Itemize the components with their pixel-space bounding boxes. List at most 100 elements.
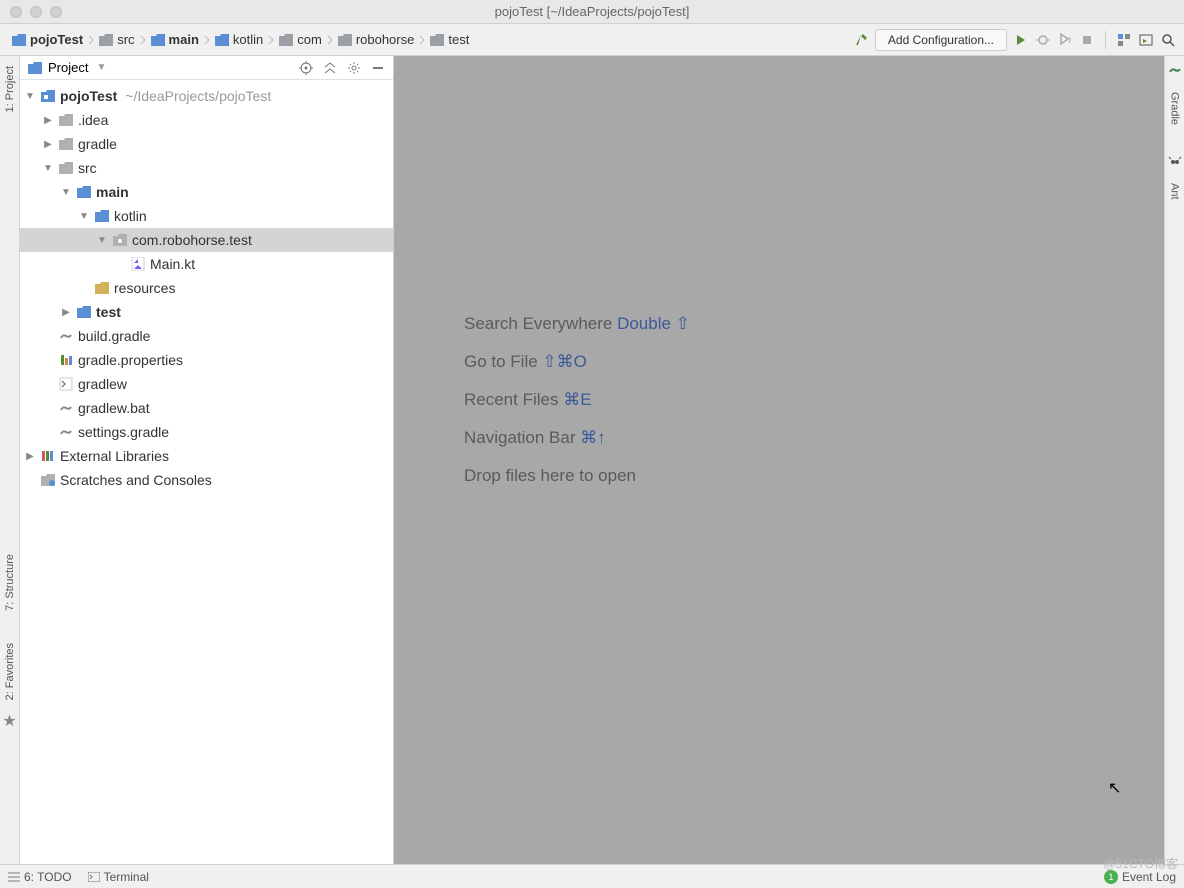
tree-node-src[interactable]: ▼src xyxy=(20,156,393,180)
close-window-button[interactable] xyxy=(10,6,22,18)
scratch-icon xyxy=(40,473,56,487)
breadcrumb-item-src[interactable]: src xyxy=(95,30,138,49)
tree-arrow-icon[interactable]: ▶ xyxy=(42,139,54,150)
tree-arrow-icon[interactable]: ▼ xyxy=(60,187,72,198)
tree-node-main[interactable]: ▼main xyxy=(20,180,393,204)
folder-icon xyxy=(338,34,352,46)
tree-arrow-icon[interactable]: ▼ xyxy=(42,163,54,174)
watermark: @51CTO博客 xyxy=(1103,855,1178,872)
todo-tool-window-button[interactable]: 6: TODO xyxy=(8,870,72,884)
tool-window-tab-ant[interactable]: Ant xyxy=(1167,179,1183,204)
libs-icon xyxy=(40,449,56,463)
terminal-tool-window-button[interactable]: Terminal xyxy=(88,870,149,884)
project-tree[interactable]: ▼pojoTest~/IdeaProjects/pojoTest▶.idea▶g… xyxy=(20,80,393,864)
tree-node-gradle-properties[interactable]: gradle.properties xyxy=(20,348,393,372)
breadcrumb-item-pojoTest[interactable]: pojoTest xyxy=(8,30,87,49)
tree-arrow-icon[interactable]: ▼ xyxy=(24,91,36,102)
run-anything-button[interactable] xyxy=(1138,32,1154,48)
expand-all-icon[interactable] xyxy=(323,61,337,75)
toolbar-right: Add Configuration... xyxy=(853,29,1176,51)
gear-icon[interactable] xyxy=(347,61,361,75)
tree-node-build-gradle[interactable]: build.gradle xyxy=(20,324,393,348)
terminal-icon xyxy=(88,872,100,882)
debug-button[interactable] xyxy=(1035,32,1051,48)
editor-empty-state[interactable]: Search Everywhere Double ⇧ Go to File ⇧⌘O… xyxy=(394,56,1164,864)
tree-node-Scratches-and-Consoles[interactable]: Scratches and Consoles xyxy=(20,468,393,492)
breadcrumb-item-main[interactable]: main xyxy=(147,30,203,49)
traffic-lights xyxy=(0,6,62,18)
separator xyxy=(1105,31,1106,49)
tool-window-tab-structure[interactable]: 7: Structure xyxy=(2,548,18,617)
breadcrumb-item-kotlin[interactable]: kotlin xyxy=(211,30,267,49)
tree-node-gradlew-bat[interactable]: gradlew.bat xyxy=(20,396,393,420)
breadcrumb-item-robohorse[interactable]: robohorse xyxy=(334,30,419,49)
breadcrumb-separator-icon xyxy=(87,33,95,47)
tree-arrow-icon[interactable]: ▼ xyxy=(78,211,90,222)
tool-window-tab-gradle[interactable]: Gradle xyxy=(1167,88,1183,129)
folder-icon xyxy=(12,34,26,46)
editor-tip: Go to File ⇧⌘O xyxy=(464,352,690,372)
project-view-selector[interactable]: Project ▼ xyxy=(28,60,299,75)
folder-icon xyxy=(215,34,229,46)
project-panel-header: Project ▼ xyxy=(20,56,393,80)
navigation-toolbar: pojoTest srcmain kotlin com robohorse test Ad… xyxy=(0,24,1184,56)
run-configuration-dropdown[interactable]: Add Configuration... xyxy=(875,29,1007,51)
tree-arrow-icon[interactable]: ▶ xyxy=(24,451,36,462)
editor-tips: Search Everywhere Double ⇧ Go to File ⇧⌘O… xyxy=(464,314,690,486)
mouse-cursor-icon: ↖ xyxy=(1108,778,1121,798)
src-folder-icon xyxy=(94,209,110,223)
locate-icon[interactable] xyxy=(299,61,313,75)
tree-node--idea[interactable]: ▶.idea xyxy=(20,108,393,132)
tree-node-settings-gradle[interactable]: settings.gradle xyxy=(20,420,393,444)
project-tool-window: Project ▼ ▼pojoTest~/IdeaProjects/pojoTe… xyxy=(20,56,394,864)
breadcrumb-separator-icon xyxy=(203,33,211,47)
hide-panel-icon[interactable] xyxy=(371,61,385,75)
zoom-window-button[interactable] xyxy=(50,6,62,18)
list-icon xyxy=(8,872,20,882)
ant-icon xyxy=(1168,155,1182,169)
tree-node-kotlin[interactable]: ▼kotlin xyxy=(20,204,393,228)
stop-button[interactable] xyxy=(1079,32,1095,48)
tree-node-pojoTest[interactable]: ▼pojoTest~/IdeaProjects/pojoTest xyxy=(20,84,393,108)
tree-node-gradlew[interactable]: gradlew xyxy=(20,372,393,396)
tree-arrow-icon[interactable]: ▶ xyxy=(42,115,54,126)
tree-node-test[interactable]: ▶test xyxy=(20,300,393,324)
editor-tip: Search Everywhere Double ⇧ xyxy=(464,314,690,334)
tool-window-tab-project[interactable]: 1: Project xyxy=(2,60,18,118)
run-button[interactable] xyxy=(1013,32,1029,48)
folder-icon xyxy=(430,34,444,46)
breadcrumb-separator-icon xyxy=(139,33,147,47)
right-tool-window-stripe: Gradle Ant xyxy=(1164,56,1184,864)
src-folder-icon xyxy=(76,185,92,199)
sh-file-icon xyxy=(58,377,74,391)
editor-tip: Navigation Bar ⌘↑ xyxy=(464,428,690,448)
module-icon xyxy=(40,89,56,103)
tree-node-resources[interactable]: resources xyxy=(20,276,393,300)
search-everywhere-button[interactable] xyxy=(1160,32,1176,48)
breadcrumb-item-test[interactable]: test xyxy=(426,30,473,49)
props-file-icon xyxy=(58,353,74,367)
folder-icon xyxy=(151,34,165,46)
gradle-file-icon xyxy=(58,401,74,415)
tree-node-gradle[interactable]: ▶gradle xyxy=(20,132,393,156)
breadcrumb-item-com[interactable]: com xyxy=(275,30,326,49)
main-area: 1: Project 7: Structure 2: Favorites ★ P… xyxy=(0,56,1184,864)
editor-tip: Drop files here to open xyxy=(464,466,690,486)
chevron-down-icon: ▼ xyxy=(96,62,106,73)
breadcrumb-separator-icon xyxy=(326,33,334,47)
favorites-star-icon: ★ xyxy=(2,711,16,731)
tree-node-com-robohorse-test[interactable]: ▼com.robohorse.test xyxy=(20,228,393,252)
tree-arrow-icon[interactable]: ▼ xyxy=(96,235,108,246)
coverage-button[interactable] xyxy=(1057,32,1073,48)
tree-node-External-Libraries[interactable]: ▶External Libraries xyxy=(20,444,393,468)
tool-window-tab-favorites[interactable]: 2: Favorites xyxy=(2,637,18,706)
folder-icon xyxy=(279,34,293,46)
build-icon[interactable] xyxy=(853,32,869,48)
package-icon xyxy=(112,233,128,247)
folder-icon xyxy=(58,137,74,151)
tree-arrow-icon[interactable]: ▶ xyxy=(60,307,72,318)
left-tool-window-stripe: 1: Project 7: Structure 2: Favorites ★ xyxy=(0,56,20,864)
project-structure-button[interactable] xyxy=(1116,32,1132,48)
tree-node-Main-kt[interactable]: Main.kt xyxy=(20,252,393,276)
minimize-window-button[interactable] xyxy=(30,6,42,18)
